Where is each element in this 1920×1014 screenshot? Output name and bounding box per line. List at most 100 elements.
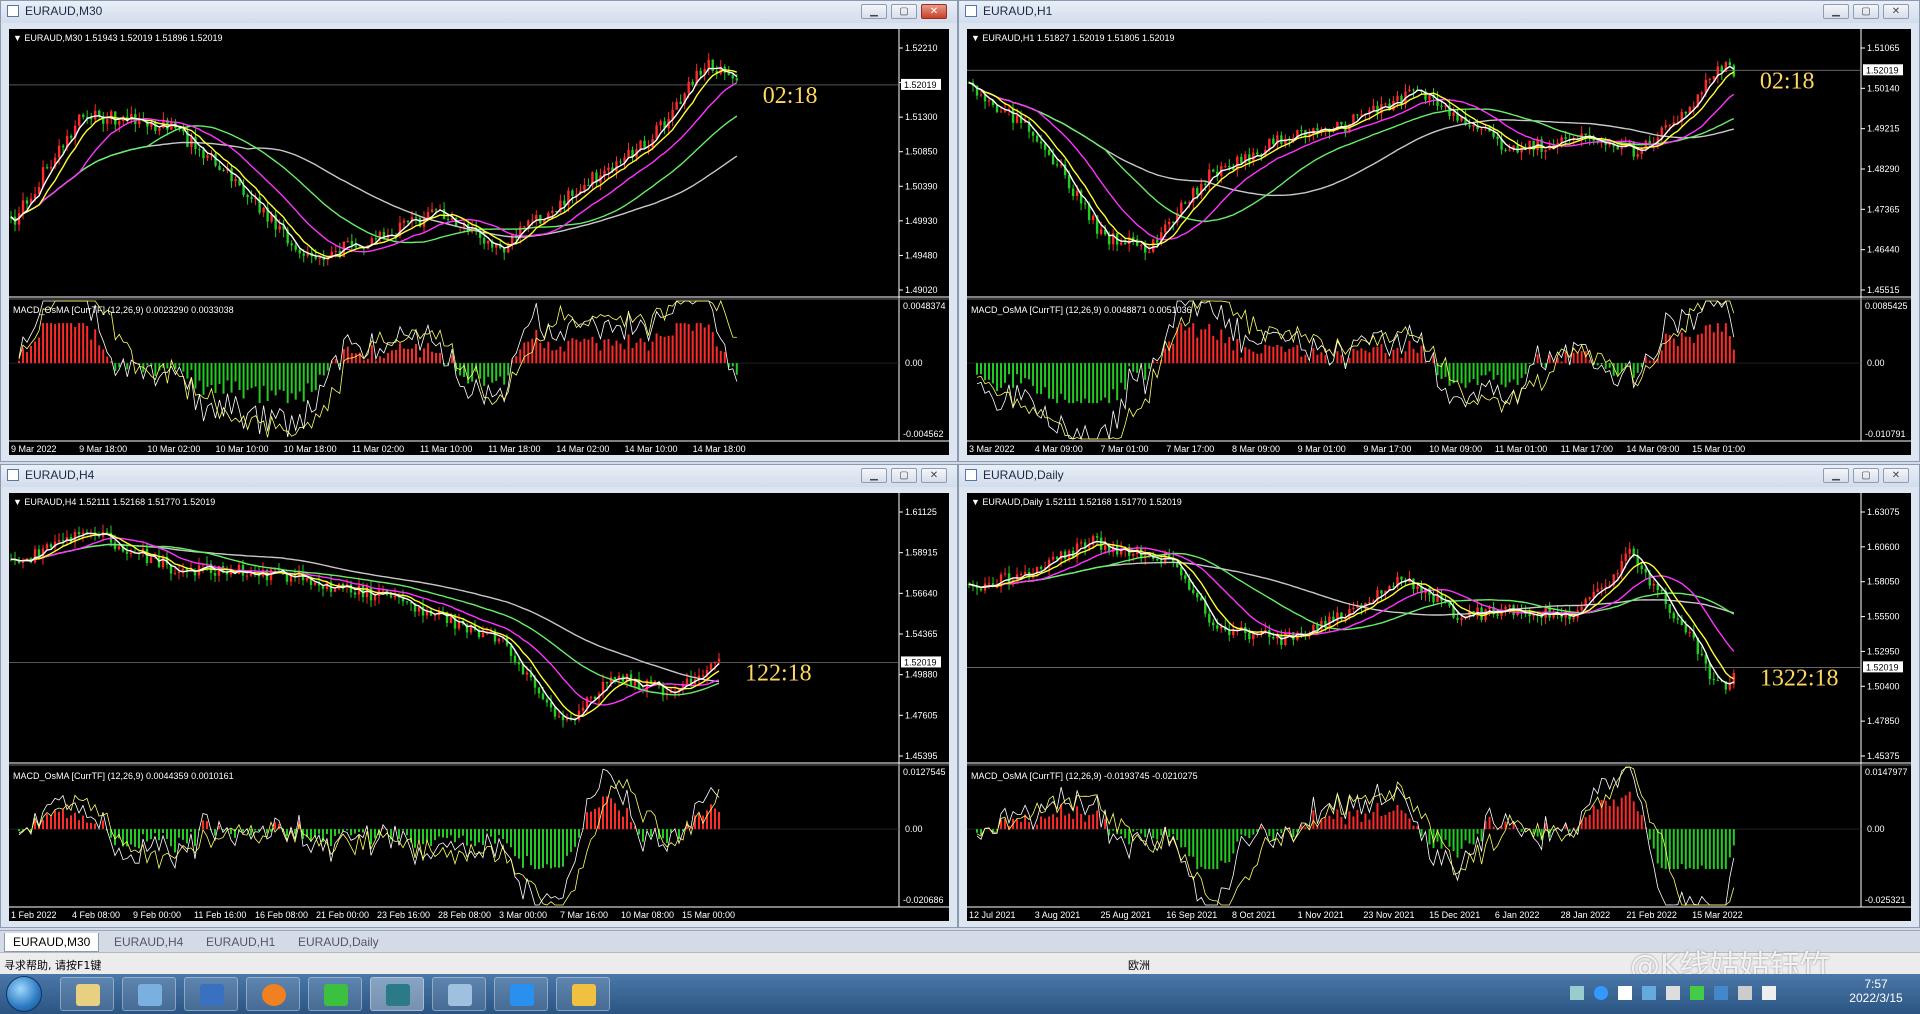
tray-signal-icon[interactable]	[1762, 986, 1776, 1000]
taskbar-app-paint[interactable]	[60, 977, 114, 1011]
tab-euraud-h4[interactable]: EURAUD,H4	[106, 933, 191, 951]
chart-window-daily[interactable]: EURAUD,Daily ▁ ▢ ✕ ▼ EURAUD,Daily 1.5211…	[958, 464, 1920, 928]
candle-body	[1408, 89, 1411, 92]
chart-window-m30[interactable]: EURAUD,M30 ▁ ▢ ✕ ▼ EURAUD,M30 1.51943 1.…	[0, 0, 958, 462]
tab-euraud-m30[interactable]: EURAUD,M30	[4, 933, 100, 952]
candle-body	[701, 675, 705, 677]
candle-body	[1340, 121, 1343, 125]
taskbar-app-network[interactable]	[122, 977, 176, 1011]
tray-wechat-icon[interactable]	[1690, 986, 1704, 1000]
window-titlebar[interactable]: EURAUD,H4 ▁ ▢ ✕	[1, 465, 957, 487]
candle-body	[565, 718, 569, 721]
minimize-button[interactable]: ▁	[861, 4, 887, 19]
chart-window-icon	[7, 469, 19, 481]
time-label: 15 Mar 2022	[1692, 910, 1743, 920]
macd-max-label: 0.0127545	[903, 767, 946, 777]
candle-body	[627, 149, 630, 158]
folder-icon	[572, 984, 596, 1006]
taskbar-app-explorer[interactable]	[556, 977, 610, 1011]
taskbar-app-terminal[interactable]	[370, 977, 424, 1011]
chart-window-h1[interactable]: EURAUD,H1 ▁ ▢ ✕ ▼ EURAUD,H1 1.51827 1.52…	[958, 0, 1920, 462]
candle-body	[138, 119, 141, 125]
tray-security-icon[interactable]	[1618, 986, 1632, 1000]
ma-magenta-line	[968, 547, 1735, 652]
taskbar-app-browser[interactable]	[246, 977, 300, 1011]
candle-body	[1176, 562, 1179, 568]
candle-body	[653, 681, 657, 683]
window-titlebar[interactable]: EURAUD,Daily ▁ ▢ ✕	[959, 465, 1919, 487]
chart-info-label: ▼ EURAUD,Daily 1.52111 1.52168 1.51770 1…	[971, 497, 1182, 507]
chart-area[interactable]: ▼ EURAUD,H4 1.52111 1.52168 1.51770 1.52…	[9, 493, 949, 921]
chart-area[interactable]: ▼ EURAUD,H1 1.51827 1.52019 1.51805 1.52…	[967, 29, 1911, 455]
candle-body	[513, 655, 517, 663]
maximize-button[interactable]: ▢	[1853, 4, 1879, 19]
candle-body	[699, 70, 702, 75]
minimize-button[interactable]: ▁	[861, 468, 887, 483]
candle-body	[1504, 149, 1507, 151]
chart-window-h4[interactable]: EURAUD,H4 ▁ ▢ ✕ ▼ EURAUD,H4 1.52111 1.52…	[0, 464, 958, 928]
minimize-button[interactable]: ▁	[1823, 4, 1849, 19]
wechat-icon	[324, 984, 348, 1006]
candle-body	[1079, 542, 1083, 544]
time-label: 11 Mar 17:00	[1561, 444, 1613, 454]
candle-body	[685, 678, 689, 685]
macd-zero-label: 0.00	[1867, 824, 1885, 834]
status-bar: 寻求帮助, 请按F1键 欧洲 @K线姑姑钰竹	[0, 949, 1920, 984]
minimize-button[interactable]: ▁	[1823, 468, 1849, 483]
chart-area[interactable]: ▼ EURAUD,M30 1.51943 1.52019 1.51896 1.5…	[9, 29, 949, 455]
taskbar-app-wechat[interactable]	[308, 977, 362, 1011]
candle-body	[1672, 612, 1675, 619]
candle-body	[1664, 125, 1667, 128]
candle-body	[509, 645, 513, 656]
candle-body	[430, 209, 434, 213]
maximize-button[interactable]: ▢	[891, 468, 917, 483]
tab-euraud-h1[interactable]: EURAUD,H1	[198, 933, 283, 951]
candle-body	[334, 250, 338, 252]
tray-input-icon[interactable]	[1714, 986, 1728, 1000]
start-button[interactable]	[6, 976, 42, 1012]
chart-area[interactable]: ▼ EURAUD,Daily 1.52111 1.52168 1.51770 1…	[967, 493, 1911, 921]
candle-body	[1240, 156, 1243, 164]
candle-body	[245, 575, 249, 577]
close-button[interactable]: ✕	[921, 468, 947, 483]
candle-body	[1452, 112, 1455, 116]
candle-body	[374, 238, 378, 240]
price-label: 1.55500	[1867, 612, 1900, 622]
candle-body	[1164, 224, 1167, 233]
taskbar-app-desktop[interactable]	[184, 977, 238, 1011]
candle-body	[349, 584, 353, 593]
close-button[interactable]: ✕	[1883, 468, 1909, 483]
tab-euraud-daily[interactable]: EURAUD,Daily	[290, 933, 387, 951]
tray-shield-icon[interactable]	[1642, 986, 1656, 1000]
maximize-button[interactable]: ▢	[1853, 468, 1879, 483]
close-button[interactable]: ✕	[1883, 4, 1909, 19]
taskbar-app-notepad[interactable]	[432, 977, 486, 1011]
candle-body	[1300, 130, 1303, 132]
candle-body	[49, 167, 53, 169]
window-titlebar[interactable]: EURAUD,M30 ▁ ▢ ✕	[1, 1, 957, 23]
taskbar-app-messenger[interactable]	[494, 977, 548, 1011]
candle-body	[1248, 633, 1251, 640]
candle-body	[1212, 622, 1215, 626]
close-button[interactable]: ✕	[921, 4, 947, 19]
tray-help-icon[interactable]	[1594, 986, 1608, 1000]
ma-white-line	[10, 67, 738, 260]
maximize-button[interactable]: ▢	[891, 4, 917, 19]
candle-body	[302, 253, 305, 256]
window-titlebar[interactable]: EURAUD,H1 ▁ ▢ ✕	[959, 1, 1919, 23]
macd-main-line	[976, 300, 1735, 441]
candle-body	[1412, 89, 1415, 91]
tray-power-icon[interactable]	[1738, 986, 1752, 1000]
clock[interactable]: 7:57 2022/3/15	[1836, 977, 1916, 1005]
tray-volume-icon[interactable]	[1666, 986, 1680, 1000]
tray-network-icon[interactable]	[1570, 986, 1584, 1000]
candle-body	[1099, 229, 1103, 234]
candle-body	[25, 200, 29, 204]
candle-body	[1596, 588, 1599, 592]
candle-body	[177, 572, 181, 574]
candle-body	[105, 531, 109, 533]
candle-body	[1103, 545, 1107, 550]
candle-body	[350, 240, 354, 246]
candle-body	[45, 544, 49, 549]
candle-body	[486, 240, 490, 244]
